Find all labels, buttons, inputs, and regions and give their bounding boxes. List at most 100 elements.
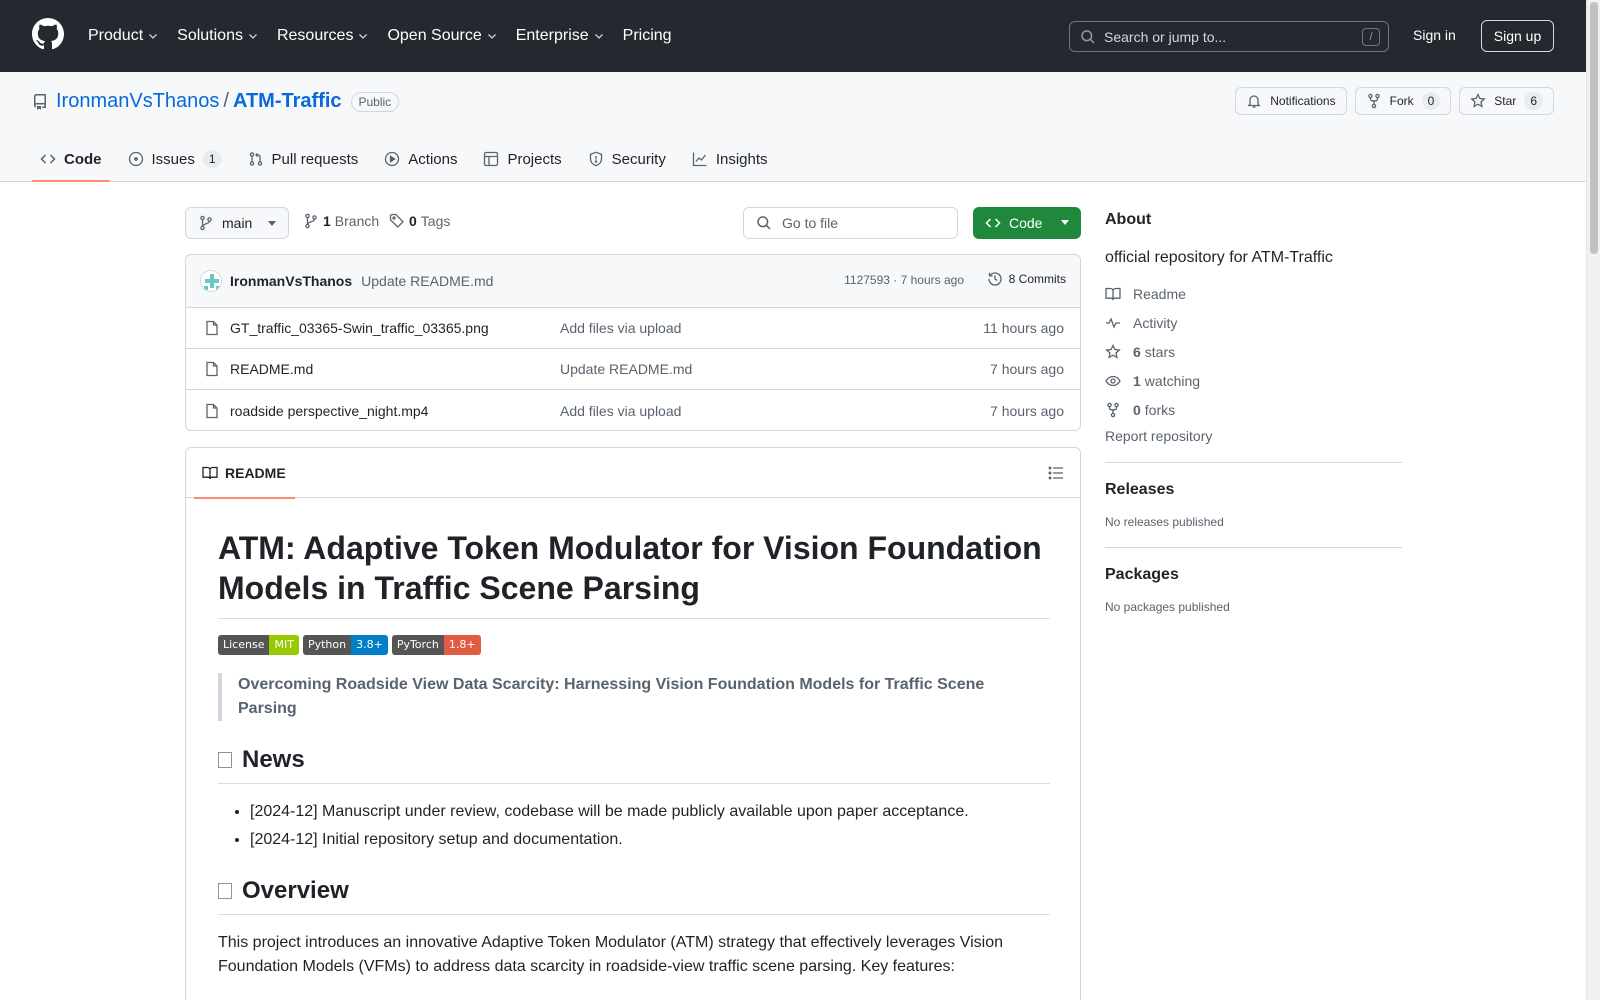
commit-author[interactable]: IronmanVsThanos <box>230 273 352 289</box>
branches-link[interactable]: 1 Branch <box>303 213 379 229</box>
readme-link[interactable]: Readme <box>1105 279 1402 308</box>
overview-paragraph: This project introduces an innovative Ad… <box>218 934 1003 975</box>
nav-solutions-label: Solutions <box>177 27 243 44</box>
stars-label: stars <box>1144 343 1176 360</box>
nav-product[interactable]: Product <box>88 27 159 45</box>
fork-icon <box>1367 93 1380 109</box>
avatar[interactable] <box>200 270 222 292</box>
tags-link[interactable]: 0 Tags <box>389 213 450 229</box>
repo-name-link[interactable]: ATM-Traffic <box>233 90 342 113</box>
chevron-down-icon <box>149 34 158 39</box>
branch-count: 1 <box>323 213 331 229</box>
tab-issues[interactable]: Issues 1 <box>120 136 230 182</box>
book-icon <box>202 466 218 480</box>
code-dropdown-button[interactable]: Code <box>973 207 1081 239</box>
file-name[interactable]: README.md <box>230 361 313 377</box>
star-icon <box>1470 93 1487 108</box>
file-row[interactable]: GT_traffic_03365-Swin_traffic_03365.png … <box>186 308 1080 349</box>
releases-empty-text: No releases published <box>1105 515 1224 529</box>
tab-security[interactable]: Security <box>580 136 674 182</box>
forks-link[interactable]: 0 forks <box>1105 395 1402 424</box>
commit-meta[interactable]: 1127593 · 7 hours ago <box>844 273 964 287</box>
commits-history-link[interactable]: 8 Commits <box>987 271 1066 287</box>
git-branch-icon <box>200 215 212 231</box>
shield-icon <box>589 151 602 167</box>
tab-pull-requests-label: Pull requests <box>271 150 359 168</box>
badges-row: License MIT Python 3.8+ PyTorch 1.8+ <box>218 635 1050 655</box>
pytorch-badge[interactable]: PyTorch 1.8+ <box>391 635 481 655</box>
star-button[interactable]: Star 6 <box>1459 87 1554 115</box>
activity-link-label: Activity <box>1133 314 1178 331</box>
list-unordered-icon[interactable] <box>1048 465 1064 481</box>
readme-content: ATM: Adaptive Token Modulator for Vision… <box>218 528 1050 979</box>
tab-projects-label: Projects <box>507 150 562 168</box>
tab-actions[interactable]: Actions <box>376 136 465 182</box>
file-name[interactable]: roadside perspective_night.mp4 <box>230 403 428 419</box>
forks-label: forks <box>1144 401 1176 418</box>
chevron-down-icon <box>594 34 603 39</box>
star-label: Star <box>1494 94 1517 108</box>
list-item: [2024-12] Manuscript under review, codeb… <box>250 800 1050 824</box>
license-badge[interactable]: License MIT <box>218 635 299 655</box>
sign-up-button[interactable]: Sign up <box>1481 20 1554 52</box>
about-links: Readme Activity 6 stars 1 watching 0 for… <box>1105 279 1402 424</box>
notifications-button[interactable]: Notifications <box>1235 87 1347 115</box>
badge-value: MIT <box>269 635 299 655</box>
issues-count: 1 <box>202 150 222 168</box>
tag-count-label: Tags <box>420 213 451 229</box>
branch-select-button[interactable]: main <box>185 207 289 239</box>
scrollbar-thumb[interactable] <box>1590 2 1598 254</box>
packages-heading[interactable]: Packages <box>1105 566 1402 584</box>
fork-label: Fork <box>1389 94 1414 108</box>
nav-solutions[interactable]: Solutions <box>177 27 259 45</box>
file-row[interactable]: roadside perspective_night.mp4 Add files… <box>186 390 1080 430</box>
fork-button[interactable]: Fork 0 <box>1354 87 1452 115</box>
repo-owner-link[interactable]: IronmanVsThanos <box>56 90 219 113</box>
file-row[interactable]: README.md Update README.md 7 hours ago <box>186 349 1080 390</box>
bell-icon <box>1247 95 1261 108</box>
chevron-down-icon <box>249 34 257 39</box>
stars-link[interactable]: 6 stars <box>1105 337 1402 366</box>
file-commit-message[interactable]: Add files via upload <box>560 403 681 419</box>
latest-commit-row: IronmanVsThanos Update README.md 1127593… <box>186 255 1080 308</box>
watching-count: 1 <box>1133 372 1141 389</box>
tab-code[interactable]: Code <box>32 136 110 182</box>
global-search-input[interactable]: Search or jump to... / <box>1069 21 1389 52</box>
tab-insights[interactable]: Insights <box>684 136 776 182</box>
news-heading-text: News <box>242 746 305 773</box>
activity-link[interactable]: Activity <box>1105 308 1402 337</box>
commit-message[interactable]: Update README.md <box>361 273 493 289</box>
nav-pricing[interactable]: Pricing <box>623 27 672 45</box>
go-to-file-input[interactable]: Go to file <box>743 207 958 239</box>
repo-tabs: Code Issues 1 Pull requests Actions Proj… <box>32 136 786 182</box>
star-icon <box>1105 343 1121 359</box>
eye-icon <box>1105 375 1121 386</box>
sign-in-link[interactable]: Sign in <box>1413 27 1456 43</box>
nav-resources[interactable]: Resources <box>277 27 369 45</box>
repo-header: IronmanVsThanos / ATM-Traffic Public Not… <box>0 72 1586 182</box>
page-scrollbar[interactable] <box>1586 0 1600 1000</box>
chevron-down-icon <box>359 34 368 39</box>
report-repository-link[interactable]: Report repository <box>1105 428 1402 444</box>
python-badge[interactable]: Python 3.8+ <box>302 635 388 655</box>
notifications-label: Notifications <box>1270 94 1336 108</box>
watching-link[interactable]: 1 watching <box>1105 366 1402 395</box>
file-icon <box>206 320 218 336</box>
readme-blockquote: Overcoming Roadside View Data Scarcity: … <box>218 673 1018 721</box>
tab-projects[interactable]: Projects <box>475 136 569 182</box>
readme-header: README <box>186 448 1080 499</box>
tab-pull-requests[interactable]: Pull requests <box>240 136 367 182</box>
nav-open-source[interactable]: Open Source <box>387 27 497 45</box>
star-count: 6 <box>1524 92 1543 110</box>
repo-path-separator: / <box>223 90 229 112</box>
github-logo-icon[interactable] <box>32 18 64 50</box>
file-name[interactable]: GT_traffic_03365-Swin_traffic_03365.png <box>230 320 489 336</box>
branch-count-label: Branch <box>334 213 380 229</box>
readme-title: ATM: Adaptive Token Modulator for Vision… <box>218 528 1050 619</box>
readme-tab[interactable]: README <box>194 448 295 499</box>
releases-heading[interactable]: Releases <box>1105 481 1402 499</box>
file-commit-message[interactable]: Update README.md <box>560 361 692 377</box>
file-commit-message[interactable]: Add files via upload <box>560 320 681 336</box>
badge-label: Python <box>302 635 352 655</box>
nav-enterprise[interactable]: Enterprise <box>516 27 605 45</box>
